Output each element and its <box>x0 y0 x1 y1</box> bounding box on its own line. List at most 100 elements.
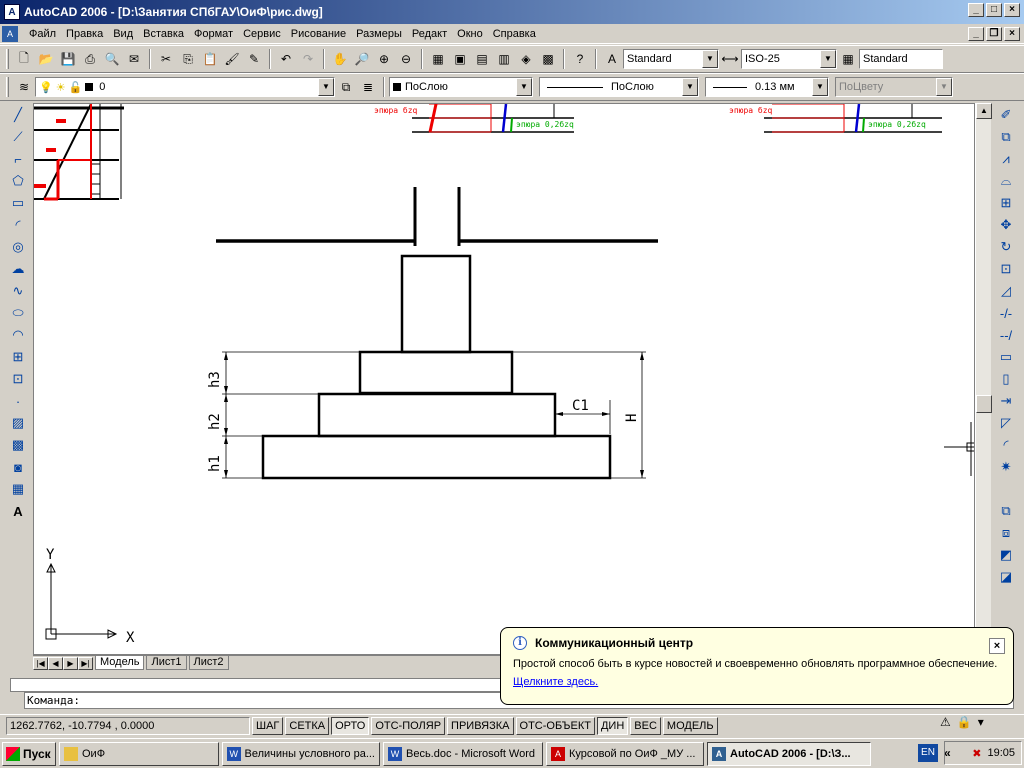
language-indicator[interactable]: EN <box>918 744 938 762</box>
help-icon[interactable]: ? <box>569 48 591 70</box>
dim-style-select[interactable]: ISO-25 ▼ <box>741 49 837 69</box>
ellipse-icon[interactable]: ⬭ <box>7 302 29 324</box>
next-tab-button[interactable]: ▶ <box>63 656 78 670</box>
lineweight-select[interactable]: 0.13 мм ▼ <box>705 77 829 97</box>
properties-icon[interactable]: ▦ <box>427 48 449 70</box>
markup-icon[interactable]: ◈ <box>515 48 537 70</box>
layer-manager-icon[interactable]: ≋ <box>13 76 35 98</box>
tab-layout2[interactable]: Лист2 <box>188 656 229 670</box>
arc-icon[interactable]: ◜ <box>7 214 29 236</box>
send-to-back-icon[interactable]: ⧈ <box>995 522 1017 544</box>
open-icon[interactable]: 📂 <box>35 48 57 70</box>
sheet-set-icon[interactable]: ▥ <box>493 48 515 70</box>
tab-model[interactable]: Модель <box>95 656 145 670</box>
zoom-realtime-icon[interactable]: 🔎 <box>351 48 373 70</box>
bring-to-front-icon[interactable]: ⧉ <box>995 500 1017 522</box>
task-pdf[interactable]: A Курсовой по ОиФ _МУ ... <box>546 741 704 766</box>
publish-icon[interactable]: ✉ <box>123 48 145 70</box>
text-style-select[interactable]: Standard ▼ <box>623 49 719 69</box>
chevron-down-icon[interactable]: ▼ <box>702 50 718 68</box>
menu-modify[interactable]: Редакт <box>407 28 452 40</box>
make-current-icon[interactable]: ⧉ <box>335 76 357 98</box>
lock-icon[interactable]: 🔒 <box>957 715 972 729</box>
toolbar-grip[interactable] <box>6 77 9 97</box>
tool-palettes-icon[interactable]: ▤ <box>471 48 493 70</box>
menu-dimension[interactable]: Размеры <box>351 28 407 40</box>
model-toggle[interactable]: МОДЕЛЬ <box>662 716 718 735</box>
block-editor-icon[interactable]: ✎ <box>243 48 265 70</box>
start-button[interactable]: Пуск <box>2 741 56 766</box>
first-tab-button[interactable]: |◀ <box>33 656 48 670</box>
menu-file[interactable]: Файл <box>24 28 61 40</box>
prev-tab-button[interactable]: ◀ <box>48 656 63 670</box>
toolbar-grip[interactable] <box>6 49 9 69</box>
document-icon[interactable]: A <box>2 25 18 42</box>
fillet-icon[interactable]: ◜ <box>995 434 1017 456</box>
redo-icon[interactable]: ↷ <box>297 48 319 70</box>
layer-previous-icon[interactable]: ≣ <box>357 76 379 98</box>
cut-icon[interactable]: ✂ <box>155 48 177 70</box>
table-style-icon[interactable]: ▦ <box>837 48 859 70</box>
linetype-select[interactable]: ПоСлою ▼ <box>539 77 699 97</box>
point-icon[interactable]: · <box>7 390 29 412</box>
preview-icon[interactable]: 🔍 <box>101 48 123 70</box>
doc-restore-button[interactable]: ❐ <box>986 27 1002 41</box>
menu-draw[interactable]: Рисование <box>286 28 351 40</box>
menu-format[interactable]: Формат <box>189 28 238 40</box>
hatch-icon[interactable]: ▨ <box>7 412 29 434</box>
copy-object-icon[interactable]: ⧉ <box>995 126 1017 148</box>
communication-center-icon[interactable]: ⚠ <box>940 715 951 729</box>
stretch-icon[interactable]: ◿ <box>995 280 1017 302</box>
region-icon[interactable]: ◙ <box>7 456 29 478</box>
lineweight-toggle[interactable]: ВЕС <box>630 716 661 735</box>
text-style-icon[interactable]: A <box>601 48 623 70</box>
bring-above-icon[interactable]: ◩ <box>995 544 1017 566</box>
balloon-close-button[interactable]: × <box>989 638 1005 654</box>
circle-icon[interactable]: ◎ <box>7 236 29 258</box>
ellipse-arc-icon[interactable]: ◠ <box>7 324 29 346</box>
grid-toggle[interactable]: СЕТКА <box>285 716 330 735</box>
array-icon[interactable]: ⊞ <box>995 192 1017 214</box>
erase-icon[interactable]: ✐ <box>995 104 1017 126</box>
chevron-down-icon[interactable]: ▾ <box>978 715 984 729</box>
chevron-down-icon[interactable]: ▼ <box>682 78 698 96</box>
menu-edit[interactable]: Правка <box>61 28 108 40</box>
menu-insert[interactable]: Вставка <box>138 28 189 40</box>
menu-tools[interactable]: Сервис <box>238 28 286 40</box>
polar-toggle[interactable]: ОТС-ПОЛЯР <box>371 716 446 735</box>
zoom-previous-icon[interactable]: ⊖ <box>395 48 417 70</box>
multiline-text-icon[interactable]: A <box>7 500 29 522</box>
tab-layout1[interactable]: Лист1 <box>146 656 187 670</box>
pan-icon[interactable]: ✋ <box>329 48 351 70</box>
undo-icon[interactable]: ↶ <box>275 48 297 70</box>
new-icon[interactable]: 🗋 <box>13 48 35 70</box>
minimize-button[interactable]: _ <box>968 3 984 17</box>
scroll-thumb[interactable] <box>976 395 992 413</box>
dim-style-icon[interactable]: ⟷ <box>719 48 741 70</box>
break-icon[interactable]: ▯ <box>995 368 1017 390</box>
offset-icon[interactable]: ⌓ <box>995 170 1017 192</box>
polyline-icon[interactable]: ⌐ <box>7 148 29 170</box>
mirror-icon[interactable]: ⩘ <box>995 148 1017 170</box>
gradient-icon[interactable]: ▩ <box>7 434 29 456</box>
break-at-point-icon[interactable]: ▭ <box>995 346 1017 368</box>
task-autocad[interactable]: A AutoCAD 2006 - [D:\З... <box>707 741 871 766</box>
vertical-scrollbar[interactable]: ▲ <box>975 103 992 670</box>
chevron-down-icon[interactable]: ▼ <box>516 78 532 96</box>
doc-minimize-button[interactable]: _ <box>968 27 984 41</box>
menu-window[interactable]: Окно <box>452 28 488 40</box>
paste-icon[interactable]: 📋 <box>199 48 221 70</box>
task-word-2[interactable]: W Весь.doc - Microsoft Word <box>383 741 543 766</box>
spline-icon[interactable]: ∿ <box>7 280 29 302</box>
polygon-icon[interactable]: ⬠ <box>7 170 29 192</box>
layer-select[interactable]: 💡 ☀ 🔓 0 ▼ <box>35 77 335 97</box>
menu-help[interactable]: Справка <box>488 28 541 40</box>
maximize-button[interactable]: □ <box>986 3 1002 17</box>
chevron-down-icon[interactable]: ▼ <box>812 78 828 96</box>
line-icon[interactable]: ╱ <box>7 104 29 126</box>
join-icon[interactable]: ⇥ <box>995 390 1017 412</box>
design-center-icon[interactable]: ▣ <box>449 48 471 70</box>
osnap-toggle[interactable]: ПРИВЯЗКА <box>447 716 514 735</box>
trim-icon[interactable]: -/- <box>995 302 1017 324</box>
scale-icon[interactable]: ⊡ <box>995 258 1017 280</box>
